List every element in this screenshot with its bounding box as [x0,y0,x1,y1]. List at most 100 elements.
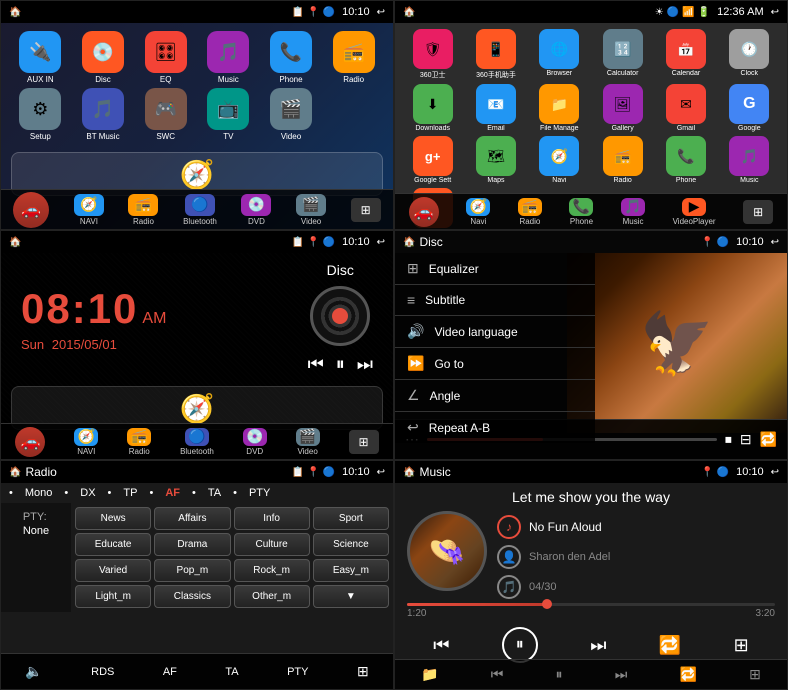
pty-pop[interactable]: Pop_m [154,559,230,582]
app-maps[interactable]: 🗺Maps [466,136,525,184]
app-setup[interactable]: ⚙ Setup [11,88,70,141]
car-button-2[interactable]: 🚗 [409,197,439,227]
menu-repeat-ab[interactable]: ↩ Repeat A-B [395,412,595,443]
pty-easy[interactable]: Easy_m [313,559,389,582]
nav-dvd-3[interactable]: 💿DVD [243,428,267,456]
disc-play-button[interactable]: ⏸ [336,354,345,375]
pty-educate[interactable]: Educate [75,533,151,556]
music-play-button[interactable]: ⏸ [502,627,538,663]
pty-culture[interactable]: Culture [234,533,310,556]
nav-bt-1[interactable]: 🔵 Bluetooth [183,194,217,226]
menu-goto[interactable]: ⏩ Go to [395,348,595,380]
pty-classics[interactable]: Classics [154,585,230,608]
nav-navi-2[interactable]: 🧭Navi [466,198,490,226]
pty-rock[interactable]: Rock_m [234,559,310,582]
nav-video-3[interactable]: 🎬Video [296,428,320,456]
app-google[interactable]: GGoogle [720,84,779,132]
music-next-button[interactable]: ⏭ [590,635,606,656]
app-aux-in[interactable]: 🔌 AUX IN [11,31,70,84]
nav-navi-1[interactable]: 🧭 NAVI [74,194,104,226]
grid-button-2[interactable]: ⊞ [743,200,773,224]
music-progress-dot[interactable] [542,599,552,609]
music-settings-button[interactable]: ⊞ [734,635,749,656]
app-swc[interactable]: 🎮 SWC [136,88,195,141]
app-phone[interactable]: 📞 Phone [262,31,321,84]
next-icon-bottom[interactable]: ⏭ [615,666,628,683]
music-prev-button[interactable]: ⏮ [433,635,449,656]
app-gallery[interactable]: 🖼Gallery [593,84,652,132]
disc-repeat-btn[interactable]: 🔁 [760,431,777,448]
pty-other[interactable]: Other_m [234,585,310,608]
disc-prev-button[interactable]: ⏮ [308,354,324,375]
nav-navi-3[interactable]: 🧭NAVI [74,428,98,456]
nav-music-2[interactable]: 🎵Music [621,198,645,226]
disc-menu: ⊞ Equalizer ≡ Subtitle 🔊 Video language … [395,253,595,443]
app-music[interactable]: 🎵 Music [199,31,258,84]
nav-bt-3[interactable]: 🔵Bluetooth [180,428,214,456]
app-music-2[interactable]: 🎵Music [720,136,779,184]
play-icon-bottom[interactable]: ⏸ [556,666,563,683]
grid-button-3[interactable]: ⊞ [349,430,379,454]
nav-radio-2[interactable]: 📻Radio [518,198,542,226]
pty-bottom-label[interactable]: PTY [287,666,308,678]
pty-science[interactable]: Science [313,533,389,556]
app-navi-2[interactable]: 🧭Navi [530,136,589,184]
settings-icon[interactable]: ⊞ [357,663,369,680]
app-downloads[interactable]: ⬇Downloads [403,84,462,132]
setup-icon: ⚙ [19,88,61,130]
ta-label[interactable]: TA [225,666,238,678]
disc-chapters-btn[interactable]: ⊟ [740,431,752,448]
app-tv[interactable]: 📺 TV [199,88,258,141]
rds-label[interactable]: RDS [91,666,114,678]
equalizer-icon: ⊞ [407,260,419,277]
app-radio[interactable]: 📻 Radio [324,31,383,84]
app-360sj[interactable]: 📱360手机助手 [466,29,525,80]
menu-angle[interactable]: ∠ Angle [395,380,595,412]
nav-dvd-1[interactable]: 💿 DVD [241,194,271,226]
app-phone-2[interactable]: 📞Phone [656,136,715,184]
pty-info[interactable]: Info [234,507,310,530]
af-label[interactable]: AF [163,666,177,678]
app-calculator[interactable]: 🔢Calculator [593,29,652,80]
app-disc[interactable]: 💿 Disc [74,31,133,84]
app-bt-music[interactable]: 🎵 BT Music [74,88,133,141]
pty-affairs[interactable]: Affairs [154,507,230,530]
menu-subtitle[interactable]: ≡ Subtitle [395,285,595,316]
radio-bottom-bar: 🔈 RDS AF TA PTY ⊞ [1,653,393,689]
car-button-1[interactable]: 🚗 [13,192,49,228]
car-button-3[interactable]: 🚗 [15,427,45,457]
disc-next-button[interactable]: ⏭ [357,354,373,375]
nav-radio-1[interactable]: 📻 Radio [128,194,158,226]
nav-phone-2[interactable]: 📞Phone [569,198,593,226]
nav-video-2[interactable]: ▶VideoPlayer [673,198,716,226]
grid-icon-bottom[interactable]: ⊞ [749,666,761,683]
pty-varied[interactable]: Varied [75,559,151,582]
pty-light[interactable]: Light_m [75,585,151,608]
pty-drama[interactable]: Drama [154,533,230,556]
pty-scroll-down[interactable]: ▼ [313,585,389,608]
app-video[interactable]: 🎬 Video [262,88,321,141]
menu-video-language[interactable]: 🔊 Video language [395,316,595,348]
app-email[interactable]: 📧Email [466,84,525,132]
app-360ws[interactable]: 🛡360卫士 [403,29,462,80]
repeat-icon-bottom[interactable]: 🔁 [680,666,697,683]
music-repeat-button[interactable]: 🔁 [659,635,681,656]
phone-label: Phone [279,75,302,84]
app-gmail[interactable]: ✉Gmail [656,84,715,132]
prev-icon-bottom[interactable]: ⏮ [491,666,504,683]
disc-stop-btn[interactable]: ⏹ [725,431,732,448]
app-calendar[interactable]: 📅Calendar [656,29,715,80]
app-google-settings[interactable]: g+Google Sett [403,136,462,184]
app-clock[interactable]: 🕐Clock [720,29,779,80]
pty-sport[interactable]: Sport [313,507,389,530]
menu-equalizer[interactable]: ⊞ Equalizer [395,253,595,285]
nav-video-1[interactable]: 🎬 Video [296,194,326,226]
pty-news[interactable]: News [75,507,151,530]
app-file-manager[interactable]: 📁File Manage [530,84,589,132]
app-browser[interactable]: 🌐Browser [530,29,589,80]
app-radio-2[interactable]: 📻Radio [593,136,652,184]
nav-radio-3[interactable]: 📻Radio [127,428,151,456]
grid-button-1[interactable]: ⊞ [351,198,381,222]
app-eq[interactable]: 🎛 EQ [136,31,195,84]
folder-icon[interactable]: 📁 [421,666,438,683]
